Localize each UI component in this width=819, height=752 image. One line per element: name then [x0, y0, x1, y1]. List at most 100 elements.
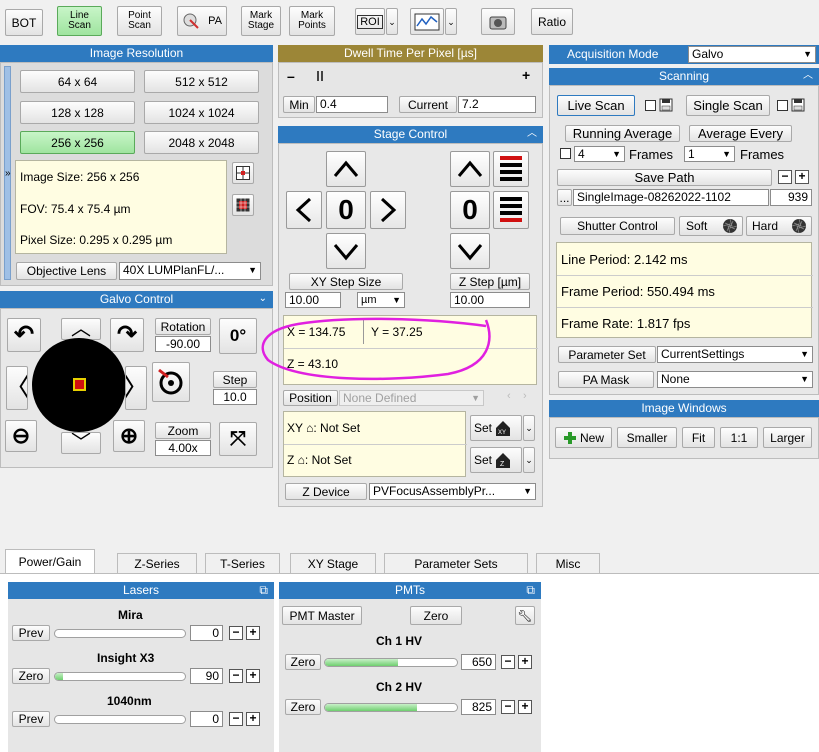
move-down-button[interactable]: ﹀	[61, 432, 101, 454]
save-index-field[interactable]: 939	[770, 189, 812, 206]
smaller-button[interactable]: Smaller	[617, 427, 677, 448]
pmt-channel-decrement[interactable]: −	[501, 700, 515, 714]
xy-step-size-button[interactable]: XY Step Size	[289, 273, 403, 290]
graph-button[interactable]	[410, 8, 444, 35]
single-scan-save-checkbox[interactable]	[777, 100, 788, 111]
point-scan-button[interactable]: Point Scan	[117, 6, 162, 36]
rotate-cw-button[interactable]: ↷	[110, 318, 144, 352]
pmt-zero-button[interactable]: Zero	[410, 606, 462, 625]
bot-button[interactable]: BOT	[5, 9, 43, 36]
live-scan-button[interactable]: Live Scan	[557, 95, 635, 116]
dwell-decrease-button[interactable]: –	[287, 68, 295, 84]
fit-zoom-button[interactable]: ⤧	[219, 422, 257, 456]
one-to-one-button[interactable]: 1:1	[720, 427, 758, 448]
running-average-frames-select[interactable]: 4 ▼	[574, 146, 625, 162]
new-window-button[interactable]: New	[555, 427, 612, 448]
save-disk-icon[interactable]	[791, 98, 805, 112]
average-every-button[interactable]: Average Every	[689, 125, 792, 142]
resolution-512-button[interactable]: 512 x 512	[144, 70, 259, 93]
zero-degree-button[interactable]: 0°	[219, 318, 257, 354]
z-device-button[interactable]: Z Device	[285, 483, 367, 500]
laser-increment[interactable]: +	[246, 712, 260, 726]
shutter-control-button[interactable]: Shutter Control	[560, 217, 675, 235]
resolution-64-button[interactable]: 64 x 64	[20, 70, 135, 93]
xy-step-size-field[interactable]: 10.00	[285, 292, 341, 308]
laser-slider[interactable]	[54, 672, 186, 681]
ratio-button[interactable]: Ratio	[531, 8, 573, 35]
soft-shutter-button[interactable]: Soft	[679, 216, 743, 236]
pmt-channel-decrement[interactable]: −	[501, 655, 515, 669]
tab-z-series[interactable]: Z-Series	[117, 553, 197, 574]
zoom-label-button[interactable]: Zoom	[155, 422, 211, 439]
laser-value-field[interactable]: 90	[190, 668, 223, 684]
resolution-2048-button[interactable]: 2048 x 2048	[144, 131, 259, 154]
zoom-field[interactable]: 4.00x	[155, 440, 211, 456]
galvo-center-marker[interactable]	[73, 378, 86, 391]
pa-button[interactable]: PA	[177, 6, 227, 36]
z-step-button[interactable]: Z Step [µm]	[450, 273, 530, 290]
stage-up-button[interactable]	[326, 151, 366, 187]
save-path-button[interactable]: Save Path	[557, 169, 772, 186]
position-button[interactable]: Position	[283, 390, 338, 406]
save-disk-icon[interactable]	[659, 98, 673, 112]
hard-shutter-button[interactable]: Hard	[746, 216, 812, 236]
laser-increment[interactable]: +	[246, 669, 260, 683]
pmt-channel-increment[interactable]: +	[518, 700, 532, 714]
running-average-button[interactable]: Running Average	[565, 125, 680, 142]
parameter-set-button[interactable]: Parameter Set	[558, 346, 656, 363]
pa-mask-select[interactable]: None ▼	[657, 371, 813, 388]
pmt-channel-slider[interactable]	[324, 703, 458, 712]
step-field[interactable]: 10.0	[213, 389, 257, 405]
set-xy-home-button[interactable]: Set XY	[470, 415, 522, 441]
laser-decrement[interactable]: −	[229, 669, 243, 683]
step-label-button[interactable]: Step	[213, 371, 257, 388]
resolution-128-button[interactable]: 128 x 128	[20, 101, 135, 124]
pa-mask-button[interactable]: PA Mask	[558, 371, 654, 388]
average-every-frames-select[interactable]: 1 ▼	[684, 146, 735, 162]
fit-button[interactable]: Fit	[682, 427, 715, 448]
xy-step-unit-select[interactable]: µm ▼	[357, 292, 405, 308]
tab-xy-stage[interactable]: XY Stage	[290, 553, 376, 574]
zoom-out-button[interactable]: ⊖	[5, 420, 37, 452]
position-select[interactable]: None Defined ▼	[339, 390, 484, 406]
dwell-increase-button[interactable]: +	[522, 67, 530, 83]
xy-home-dropdown[interactable]: ⌄	[523, 415, 535, 441]
objective-lens-select[interactable]: 40X LUMPlanFL/... ▼	[119, 262, 261, 280]
pmt-channel-value-field[interactable]: 650	[461, 654, 496, 670]
popout-icon[interactable]: ⧉	[259, 582, 268, 598]
pmt-channel-slider[interactable]	[324, 658, 458, 667]
single-scan-button[interactable]: Single Scan	[686, 95, 770, 116]
z-down-button[interactable]	[450, 233, 490, 269]
laser-prev-button[interactable]: Prev	[12, 711, 50, 727]
roi-button[interactable]: ROI	[355, 8, 385, 35]
galvo-park-button[interactable]	[152, 362, 190, 402]
zoom-in-button[interactable]: ⊕	[113, 420, 145, 452]
move-left-button[interactable]: 〈	[6, 366, 28, 410]
dwell-current-button[interactable]: Current	[399, 96, 457, 113]
acquisition-mode-select[interactable]: Galvo ▼	[688, 46, 816, 63]
save-name-field[interactable]: SingleImage-08262022-1102	[573, 189, 769, 206]
popout-icon[interactable]: ⧉	[526, 582, 535, 598]
z-zero-button[interactable]: 0	[450, 191, 490, 229]
save-path-decrement[interactable]: −	[778, 170, 792, 184]
tab-misc[interactable]: Misc	[536, 553, 600, 574]
pmt-master-button[interactable]: PMT Master	[282, 606, 362, 625]
roi-dropdown-button[interactable]: ⌄	[386, 8, 398, 35]
parameter-set-select[interactable]: CurrentSettings ▼	[657, 346, 813, 363]
mark-stage-button[interactable]: Mark Stage	[241, 6, 281, 36]
rotation-field[interactable]: -90.00	[155, 336, 211, 352]
move-up-button[interactable]: ︿	[61, 318, 101, 340]
camera-button[interactable]	[481, 8, 515, 35]
dwell-min-button[interactable]: Min	[283, 96, 315, 113]
stage-down-button[interactable]	[326, 233, 366, 269]
pmt-settings-button[interactable]: 🔧︎	[515, 606, 535, 625]
laser-value-field[interactable]: 0	[190, 625, 223, 641]
laser-slider[interactable]	[54, 715, 186, 724]
z-device-select[interactable]: PVFocusAssemblyPr... ▼	[369, 483, 536, 500]
tab-t-series[interactable]: T-Series	[205, 553, 280, 574]
z-up-button[interactable]	[450, 151, 490, 187]
position-next-icon[interactable]: ›	[523, 390, 527, 402]
stage-right-button[interactable]	[370, 191, 406, 229]
resolution-256-button[interactable]: 256 x 256	[20, 131, 135, 154]
z-top-limit-button[interactable]	[493, 151, 529, 187]
